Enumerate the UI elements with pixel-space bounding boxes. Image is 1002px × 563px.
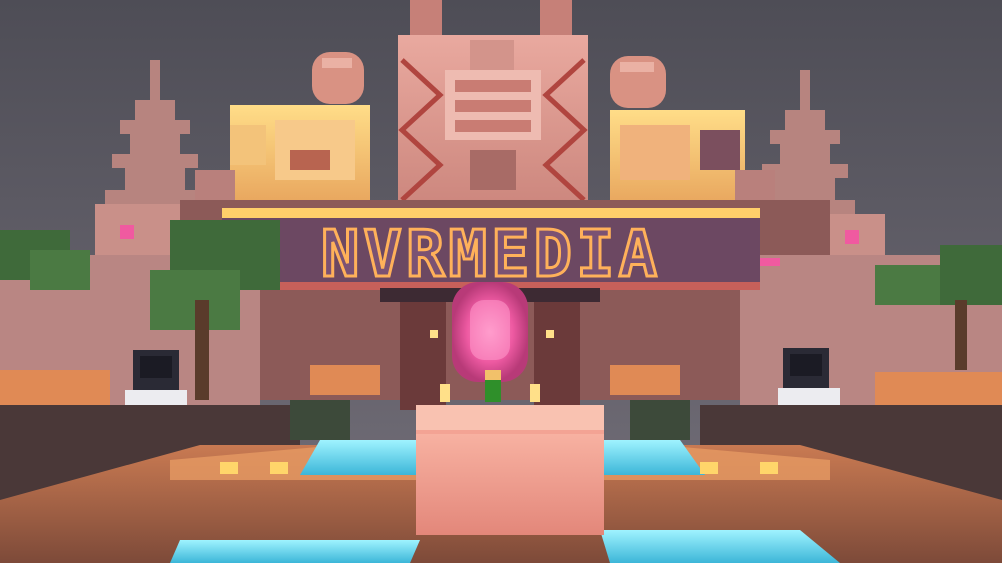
center-block — [416, 405, 604, 535]
pillar-left — [400, 290, 446, 410]
pillar-right — [534, 290, 580, 410]
platform-right-mid — [610, 365, 680, 395]
hedge-block — [290, 400, 350, 440]
nether-portal[interactable] — [452, 282, 528, 382]
server-name-sign: NVRMEDIA — [222, 208, 760, 294]
server-name-text: NVRMEDIA — [321, 218, 661, 292]
floating-sphere-left — [312, 52, 364, 104]
floating-sphere-right — [610, 56, 666, 108]
game-scene[interactable]: NVRMEDIA — [0, 0, 1002, 563]
neon-light — [120, 225, 134, 239]
player-character[interactable] — [485, 370, 501, 402]
neon-light — [760, 258, 780, 266]
neon-light — [845, 230, 859, 244]
platform-right — [875, 372, 1002, 408]
platform-left — [0, 370, 110, 410]
platform-left-mid — [310, 365, 380, 395]
hedge-block — [630, 400, 690, 440]
